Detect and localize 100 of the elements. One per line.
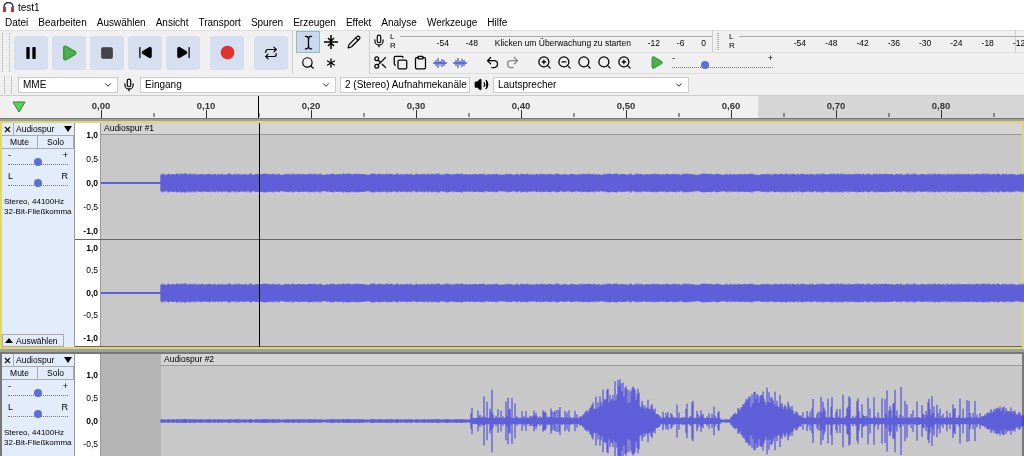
time-label: 0,60 xyxy=(721,100,741,111)
menu-item[interactable]: Erzeugen xyxy=(293,16,336,28)
time-label: 0,20 xyxy=(301,100,321,111)
microphone-icon[interactable] xyxy=(372,34,386,49)
gain-slider[interactable]: - + xyxy=(6,152,70,170)
slider-thumb[interactable] xyxy=(34,179,42,187)
stop-button[interactable] xyxy=(90,35,124,70)
meter-tick-label: -12 xyxy=(647,37,660,48)
track-menu-button[interactable]: Audiospur xyxy=(14,354,74,366)
menu-item[interactable]: Analyse xyxy=(381,16,417,28)
pause-button[interactable] xyxy=(14,35,48,70)
track-menu-button[interactable]: Audiospur xyxy=(14,123,74,135)
playback-speed-slider[interactable]: - + xyxy=(670,54,775,71)
slider-thumb[interactable] xyxy=(701,60,710,69)
record-icon xyxy=(219,45,235,60)
redo-icon xyxy=(504,55,520,71)
channel-label: R xyxy=(729,41,735,51)
meter-tick-label: -54 xyxy=(436,37,449,48)
speaker-icon xyxy=(474,77,489,92)
skip-to-start-icon xyxy=(137,45,153,60)
amplitude-label: -0,5 xyxy=(83,202,98,212)
gain-slider[interactable]: - + xyxy=(6,383,70,401)
amplitude-label: -0,5 xyxy=(83,310,98,321)
amplitude-label: 0,0 xyxy=(86,178,98,188)
loop-button[interactable] xyxy=(254,35,288,70)
slider-thumb[interactable] xyxy=(34,410,42,418)
channel-label: L xyxy=(390,32,396,42)
meter-tick-label: -12 xyxy=(1012,37,1024,48)
playback-meter[interactable]: -54 -48 -42 -36 -30 -24 -18 -12 xyxy=(738,35,1024,49)
channel-label: L xyxy=(729,32,735,42)
track-info-text: 32-Bit-Fließkomma xyxy=(4,207,73,217)
meter-tick-label: -18 xyxy=(981,37,994,48)
amplitude-label: 0,0 xyxy=(86,287,98,298)
tool-button[interactable] xyxy=(297,32,319,52)
menu-item[interactable]: Transport xyxy=(198,16,241,28)
headphones-icon xyxy=(3,2,14,12)
slider-thumb[interactable] xyxy=(34,158,42,166)
meter-tick-label: -36 xyxy=(887,37,900,48)
trim-icon xyxy=(432,56,448,69)
slider-min-label: - xyxy=(8,381,11,391)
menu-item[interactable]: Werkzeuge xyxy=(426,16,478,28)
zoom-in-icon xyxy=(536,55,552,71)
menu-item[interactable]: Spuren xyxy=(250,16,284,28)
record-button[interactable] xyxy=(210,35,244,70)
menu-item[interactable]: Datei xyxy=(5,16,29,28)
clip-title-bar[interactable]: Audiospur #2 xyxy=(161,354,1022,366)
menu-item[interactable]: Effekt xyxy=(345,16,372,28)
close-icon xyxy=(3,124,12,134)
search-icon xyxy=(301,56,315,70)
channels-select[interactable]: 2 (Stereo) Aufnahmekanäle xyxy=(340,76,470,93)
toolbar-grip[interactable] xyxy=(2,33,10,72)
skip-to-start-button[interactable] xyxy=(128,35,162,70)
magnifier-icon xyxy=(576,55,592,71)
channel-label: R xyxy=(390,41,396,51)
input-device-select[interactable]: Eingang xyxy=(140,76,336,93)
amplitude-label: -1,0 xyxy=(83,226,98,236)
clipboard-icon xyxy=(412,55,428,71)
meter-hint: Klicken um Überwachung zu starten xyxy=(494,37,631,48)
microphone-icon xyxy=(122,77,136,92)
clip-title: Audiospur #1 xyxy=(104,123,155,133)
play-head-icon[interactable] xyxy=(12,101,26,113)
zoom-out-icon xyxy=(556,55,572,71)
copy-icon xyxy=(392,55,408,71)
magnifier-icon xyxy=(596,55,612,71)
host-select[interactable]: MME xyxy=(18,76,118,93)
meter-tick-label: -48 xyxy=(825,37,838,48)
output-device-select[interactable]: Lautsprecher xyxy=(493,76,689,93)
menu-item[interactable]: Auswählen xyxy=(96,16,146,28)
time-label: 0,80 xyxy=(931,100,951,111)
menu-item[interactable]: Bearbeiten xyxy=(38,16,87,28)
slider-min-label: L xyxy=(8,402,13,412)
slider-max-label: R xyxy=(61,171,68,181)
menu-item[interactable]: Ansicht xyxy=(155,16,189,28)
select-track-button[interactable]: Auswählen xyxy=(2,334,64,347)
track-info-text: Stereo, 44100Hz xyxy=(4,428,66,438)
window-title: test1 xyxy=(18,1,40,13)
meter-tick-label: -54 xyxy=(793,37,807,48)
slider-max-label: + xyxy=(62,150,68,160)
slider-min-label: - xyxy=(8,150,11,160)
clip-title-bar[interactable]: Audiospur #1 xyxy=(101,123,1022,135)
slider-max-label: + xyxy=(767,52,773,63)
time-label: 0,40 xyxy=(511,100,531,111)
pan-slider[interactable]: L R xyxy=(6,404,70,422)
clip-title: Audiospur #2 xyxy=(164,354,215,364)
skip-to-end-button[interactable] xyxy=(166,35,200,70)
amplitude-label: 0,5 xyxy=(86,265,98,276)
slider-thumb[interactable] xyxy=(34,389,42,397)
meter-tick-label: 0 xyxy=(701,37,706,48)
menu-item[interactable]: Hilfe xyxy=(487,16,508,28)
play-icon xyxy=(60,43,78,62)
loop-icon xyxy=(264,45,278,60)
meter-tick-label: -48 xyxy=(465,37,478,48)
amplitude-label: 0,0 xyxy=(86,416,98,426)
amplitude-label: 1,0 xyxy=(86,130,98,140)
toolbar-grip[interactable] xyxy=(4,76,12,93)
recording-meter[interactable]: -54 -48 Klicken um Überwachung zu starten -12 -6 0 xyxy=(399,35,712,49)
time-label: 0,00 xyxy=(91,100,111,111)
pan-slider[interactable]: L R xyxy=(6,173,70,191)
amplitude-label: -1,0 xyxy=(83,332,98,343)
time-label: 0,10 xyxy=(196,100,216,111)
